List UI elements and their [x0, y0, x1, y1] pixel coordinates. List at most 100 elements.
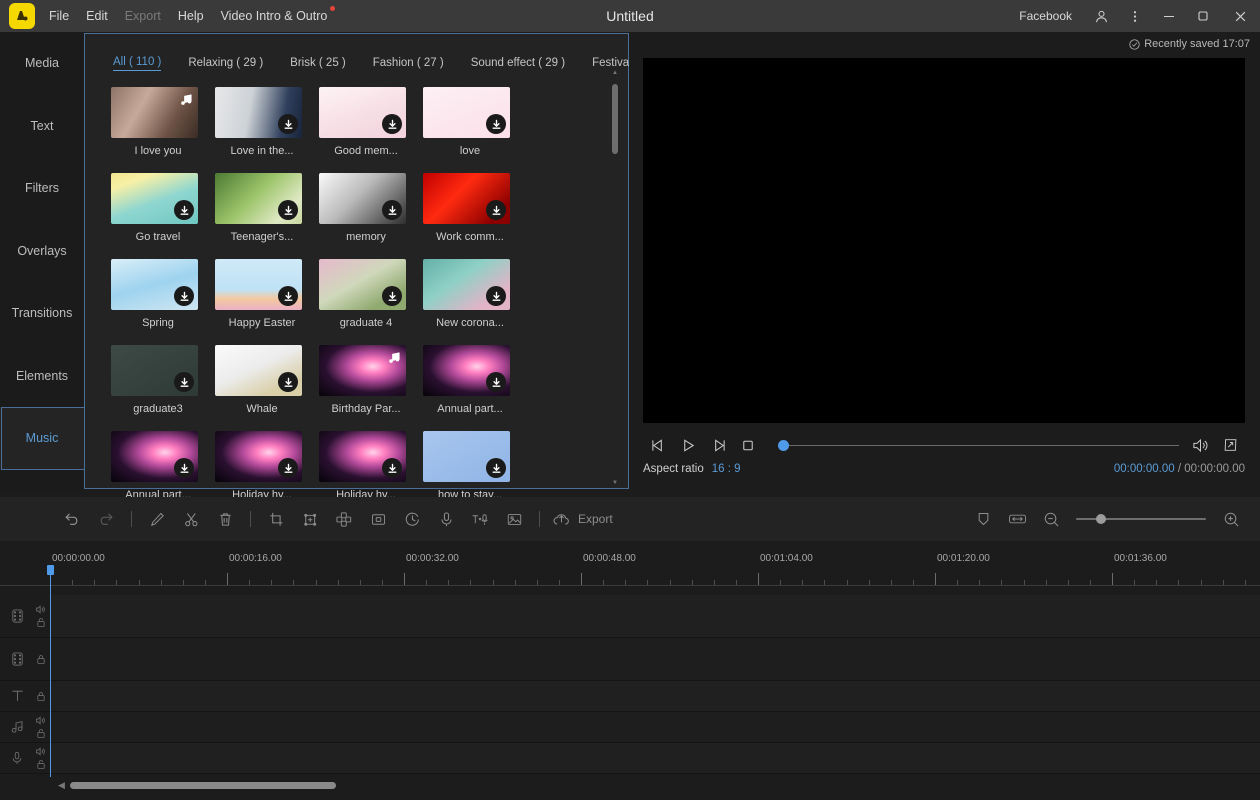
voice-track[interactable] [0, 743, 1260, 774]
fullscreen-icon[interactable] [1215, 430, 1245, 460]
menu-export[interactable]: Export [125, 9, 161, 23]
music-thumbnail[interactable] [319, 431, 406, 482]
menu-edit[interactable]: Edit [86, 9, 108, 23]
zoom-in-icon[interactable] [1214, 502, 1248, 536]
microphone-icon[interactable] [429, 502, 463, 536]
music-tile[interactable]: Whale [215, 345, 319, 415]
music-thumbnail[interactable] [319, 87, 406, 138]
music-tile[interactable]: Spring [111, 259, 215, 329]
music-tile[interactable]: graduate 4 [319, 259, 423, 329]
sidebar-item-media[interactable]: Media [0, 32, 84, 95]
music-tile[interactable]: Teenager's... [215, 173, 319, 243]
music-note-icon[interactable] [384, 347, 404, 367]
redo-icon[interactable] [89, 502, 123, 536]
sidebar-item-music[interactable]: Music [0, 407, 85, 470]
unlock-icon[interactable] [36, 728, 46, 739]
music-thumbnail[interactable] [111, 259, 198, 310]
music-thumbnail[interactable] [215, 173, 302, 224]
music-tile[interactable]: Love in the... [215, 87, 319, 157]
music-tile[interactable]: Go travel [111, 173, 215, 243]
timeline-horizontal-scrollbar[interactable]: ◀ [0, 778, 1260, 792]
play-icon[interactable] [673, 430, 703, 460]
music-tile[interactable]: Good mem... [319, 87, 423, 157]
music-tile[interactable]: I love you [111, 87, 215, 157]
scrollbar-thumb[interactable] [612, 84, 618, 154]
video-track-2[interactable] [0, 638, 1260, 681]
video-track-1[interactable] [0, 595, 1260, 638]
music-thumbnail[interactable] [319, 345, 406, 396]
sidebar-item-overlays[interactable]: Overlays [0, 220, 84, 283]
maximize-icon[interactable] [1186, 0, 1220, 32]
music-tile[interactable]: Annual part... [111, 431, 215, 501]
speaker-icon[interactable] [35, 746, 46, 757]
music-tile[interactable]: Holiday hy... [319, 431, 423, 501]
menu-file[interactable]: File [49, 9, 69, 23]
crop-icon[interactable] [259, 502, 293, 536]
music-tile[interactable]: Holiday hy... [215, 431, 319, 501]
marker-icon[interactable] [966, 502, 1000, 536]
music-thumbnail[interactable] [215, 87, 302, 138]
trash-icon[interactable] [208, 502, 242, 536]
zoom-slider[interactable] [1076, 509, 1206, 529]
tab-sound-effect[interactable]: Sound effect ( 29 ) [471, 57, 565, 69]
menu-help[interactable]: Help [178, 9, 204, 23]
download-icon[interactable] [278, 372, 298, 392]
sidebar-item-text[interactable]: Text [0, 95, 84, 158]
transform-icon[interactable] [293, 502, 327, 536]
scrollbar-thumb-horizontal[interactable] [69, 781, 336, 789]
text-track[interactable] [0, 681, 1260, 712]
music-thumbnail[interactable] [423, 259, 510, 310]
music-thumbnail[interactable] [319, 259, 406, 310]
lock-icon[interactable] [36, 654, 46, 665]
speaker-icon[interactable] [35, 715, 46, 726]
music-tile[interactable]: love [423, 87, 527, 157]
pencil-icon[interactable] [140, 502, 174, 536]
download-icon[interactable] [382, 114, 402, 134]
music-thumbnail[interactable] [111, 431, 198, 482]
download-icon[interactable] [174, 286, 194, 306]
music-thumbnail[interactable] [111, 87, 198, 138]
speed-clock-icon[interactable] [395, 502, 429, 536]
tab-relaxing[interactable]: Relaxing ( 29 ) [188, 57, 263, 69]
minimize-icon[interactable] [1152, 0, 1186, 32]
download-icon[interactable] [174, 372, 194, 392]
music-tile[interactable]: how to stay... [423, 431, 527, 501]
music-thumbnail[interactable] [423, 431, 510, 482]
seek-handle[interactable] [778, 439, 789, 451]
music-track[interactable] [0, 712, 1260, 743]
music-tile[interactable]: Annual part... [423, 345, 527, 415]
music-thumbnail[interactable] [215, 345, 302, 396]
next-frame-icon[interactable] [703, 430, 733, 460]
music-tile[interactable]: Happy Easter [215, 259, 319, 329]
tab-brisk[interactable]: Brisk ( 25 ) [290, 57, 346, 69]
track-lane[interactable] [50, 595, 1260, 637]
scroll-down-arrow[interactable]: ▼ [612, 480, 618, 486]
export-button[interactable]: Export [552, 511, 613, 528]
timeline-ruler[interactable]: 00:00:00.00 00:00:16.00 00:00:32.00 00:00:4… [0, 553, 1260, 595]
aspect-ratio-value[interactable]: 16 : 9 [712, 463, 741, 475]
track-lane[interactable] [50, 743, 1260, 773]
music-tile[interactable]: New corona... [423, 259, 527, 329]
music-thumbnail[interactable] [319, 173, 406, 224]
video-preview-monitor[interactable] [643, 58, 1245, 423]
download-icon[interactable] [486, 114, 506, 134]
app-logo-icon[interactable] [9, 3, 35, 29]
download-icon[interactable] [382, 458, 402, 478]
download-icon[interactable] [278, 458, 298, 478]
scroll-left-arrow[interactable]: ◀ [58, 780, 65, 791]
playhead[interactable] [47, 565, 54, 777]
pip-icon[interactable] [361, 502, 395, 536]
more-options-icon[interactable] [1118, 0, 1152, 32]
speaker-icon[interactable] [35, 604, 46, 615]
stop-icon[interactable] [733, 430, 763, 460]
download-icon[interactable] [486, 200, 506, 220]
text-speech-icon[interactable] [463, 502, 497, 536]
download-icon[interactable] [382, 200, 402, 220]
download-icon[interactable] [278, 286, 298, 306]
download-icon[interactable] [486, 372, 506, 392]
library-vertical-scrollbar[interactable]: ▲ ▼ [612, 70, 618, 486]
download-icon[interactable] [174, 200, 194, 220]
sidebar-item-transitions[interactable]: Transitions [0, 282, 84, 345]
snapshot-icon[interactable] [497, 502, 531, 536]
download-icon[interactable] [486, 286, 506, 306]
